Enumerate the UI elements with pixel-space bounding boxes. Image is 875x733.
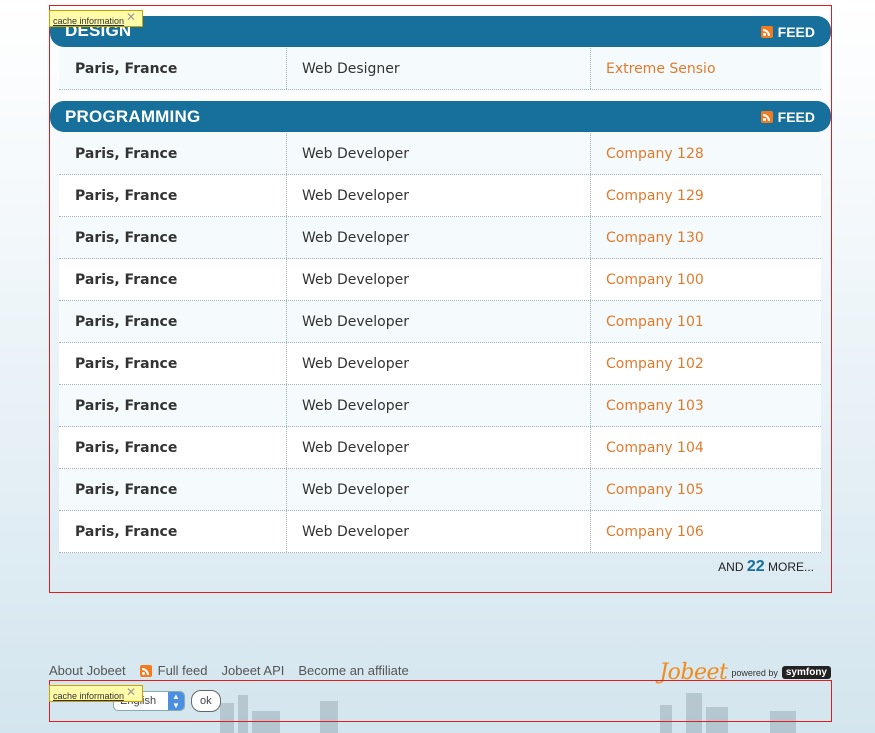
more-suffix: MORE... (767, 560, 814, 574)
rss-icon (760, 26, 773, 38)
more-prefix: AND (718, 560, 744, 574)
job-position[interactable]: Web Developer (287, 175, 591, 216)
close-icon[interactable]: ✕ (126, 686, 136, 699)
footer-nav: About Jobeet Full feed Jobeet API Become… (49, 663, 409, 678)
table-row[interactable]: Paris, France Web Developer Company 104 (59, 427, 821, 469)
cache-information-link[interactable]: cache information (53, 690, 124, 703)
table-row[interactable]: Paris, France Web Developer Company 101 (59, 301, 821, 343)
job-company[interactable]: Company 103 (591, 385, 821, 426)
job-location: Paris, France (59, 259, 287, 300)
job-company[interactable]: Company 106 (591, 511, 821, 552)
footer-link-label[interactable]: Become an affiliate (298, 663, 408, 678)
powered-by-label: powered by (731, 667, 778, 678)
job-location: Paris, France (59, 427, 287, 468)
job-company[interactable]: Extreme Sensio (591, 48, 821, 89)
job-position[interactable]: Web Designer (287, 48, 591, 89)
table-row[interactable]: Paris, France Web Developer Company 105 (59, 469, 821, 511)
close-icon[interactable]: ✕ (126, 11, 136, 24)
select-arrows-icon: ▲ ▼ (168, 692, 184, 710)
job-location: Paris, France (59, 385, 287, 426)
feed-link[interactable]: FEED (760, 109, 815, 125)
category-title[interactable]: PROGRAMMING (65, 107, 200, 127)
ok-button[interactable]: ok (191, 690, 221, 712)
job-location: Paris, France (59, 301, 287, 342)
table-row[interactable]: Paris, France Web Developer Company 103 (59, 385, 821, 427)
symfony-logo[interactable]: symfony (781, 666, 831, 679)
more-jobs-link[interactable]: AND 22 MORE... (718, 558, 814, 576)
job-company[interactable]: Company 104 (591, 427, 821, 468)
footer-link-label[interactable]: Jobeet API (222, 663, 285, 678)
job-company[interactable]: Company 130 (591, 217, 821, 258)
job-position[interactable]: Web Developer (287, 469, 591, 510)
job-position[interactable]: Web Developer (287, 511, 591, 552)
footer-link-full-feed[interactable]: Full feed (139, 663, 208, 678)
feed-label[interactable]: FEED (778, 109, 815, 125)
job-location: Paris, France (59, 48, 287, 89)
table-row[interactable]: Paris, France Web Developer Company 102 (59, 343, 821, 385)
job-company[interactable]: Company 129 (591, 175, 821, 216)
job-company[interactable]: Company 102 (591, 343, 821, 384)
job-location: Paris, France (59, 469, 287, 510)
job-location: Paris, France (59, 133, 287, 174)
job-position[interactable]: Web Developer (287, 301, 591, 342)
job-position[interactable]: Web Developer (287, 133, 591, 174)
job-company[interactable]: Company 128 (591, 133, 821, 174)
footer-link-label[interactable]: Full feed (158, 663, 208, 678)
category-header-design: DESIGN FEED (50, 16, 831, 47)
category-header-programming: PROGRAMMING FEED (50, 101, 831, 132)
cache-information-tag[interactable]: cache information ✕ (49, 685, 144, 703)
footer-link-about[interactable]: About Jobeet (49, 663, 126, 678)
job-location: Paris, France (59, 217, 287, 258)
footer-link-label[interactable]: About Jobeet (49, 663, 126, 678)
job-list-programming: Paris, France Web Developer Company 128 … (59, 133, 821, 553)
cache-information-tag[interactable]: cache information ✕ (49, 10, 144, 28)
job-location: Paris, France (59, 175, 287, 216)
table-row[interactable]: Paris, France Web Developer Company 129 (59, 175, 821, 217)
table-row[interactable]: Paris, France Web Developer Company 128 (59, 133, 821, 175)
job-position[interactable]: Web Developer (287, 385, 591, 426)
job-position[interactable]: Web Developer (287, 427, 591, 468)
job-list-design: Paris, France Web Designer Extreme Sensi… (59, 48, 821, 90)
cache-information-link[interactable]: cache information (53, 15, 124, 28)
job-location: Paris, France (59, 343, 287, 384)
job-position[interactable]: Web Developer (287, 343, 591, 384)
footer-link-affiliate[interactable]: Become an affiliate (298, 663, 408, 678)
job-company[interactable]: Company 105 (591, 469, 821, 510)
job-position[interactable]: Web Developer (287, 259, 591, 300)
feed-link[interactable]: FEED (760, 24, 815, 40)
table-row[interactable]: Paris, France Web Developer Company 130 (59, 217, 821, 259)
job-position[interactable]: Web Developer (287, 217, 591, 258)
table-row[interactable]: Paris, France Web Designer Extreme Sensi… (59, 48, 821, 90)
job-company[interactable]: Company 101 (591, 301, 821, 342)
table-row[interactable]: Paris, France Web Developer Company 106 (59, 511, 821, 553)
more-count[interactable]: 22 (747, 558, 765, 575)
job-location: Paris, France (59, 511, 287, 552)
footer-link-api[interactable]: Jobeet API (222, 663, 285, 678)
rss-icon (139, 664, 152, 677)
feed-label[interactable]: FEED (778, 24, 815, 40)
table-row[interactable]: Paris, France Web Developer Company 100 (59, 259, 821, 301)
rss-icon (760, 111, 773, 123)
job-company[interactable]: Company 100 (591, 259, 821, 300)
